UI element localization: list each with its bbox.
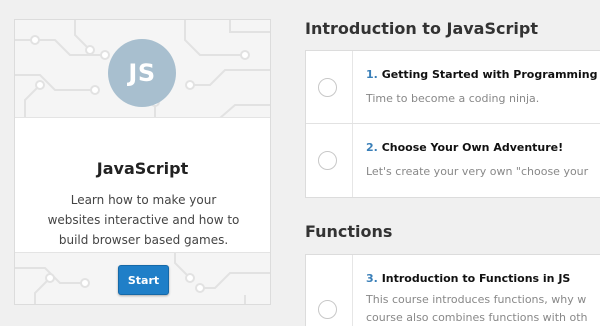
lesson-list-introduction: 1. Getting Started with Programming Time… xyxy=(305,50,600,198)
lesson-list-functions: 3. Introduction to Functions in JS This … xyxy=(305,254,600,326)
lesson-title[interactable]: 1. Getting Started with Programming xyxy=(366,68,600,81)
lesson-status-radio[interactable] xyxy=(318,78,337,97)
lesson-description-line-2: course also combines functions with oth xyxy=(366,311,588,324)
lesson-title-text: Choose Your Own Adventure! xyxy=(381,141,564,154)
course-card: JS JavaScript Learn how to make your web… xyxy=(14,19,271,305)
section-title-functions: Functions xyxy=(305,222,393,241)
course-description: Learn how to make your websites interact… xyxy=(47,193,240,247)
lesson-item[interactable]: 3. Introduction to Functions in JS This … xyxy=(306,255,600,326)
lesson-description: This course introduces functions, why w xyxy=(366,293,587,306)
lesson-description: Time to become a coding ninja. xyxy=(366,92,540,105)
lesson-title-text: Introduction to Functions in JS xyxy=(381,272,571,285)
lesson-item[interactable]: 1. Getting Started with Programming Time… xyxy=(306,51,600,124)
lesson-number: 1. xyxy=(366,68,378,81)
lesson-description: Let's create your very own "choose your xyxy=(366,165,589,178)
section-title-introduction: Introduction to JavaScript xyxy=(305,19,538,38)
javascript-logo: JS xyxy=(108,39,176,107)
lesson-title[interactable]: 2. Choose Your Own Adventure! xyxy=(366,141,600,154)
start-button[interactable]: Start xyxy=(118,265,169,295)
lesson-item[interactable]: 2. Choose Your Own Adventure! Let's crea… xyxy=(306,124,600,197)
lesson-title-text: Getting Started with Programming xyxy=(381,68,598,81)
lesson-status-radio[interactable] xyxy=(318,151,337,170)
lesson-status-radio[interactable] xyxy=(318,300,337,319)
lesson-number: 3. xyxy=(366,272,378,285)
course-title: JavaScript xyxy=(96,159,189,178)
lesson-number: 2. xyxy=(366,141,378,154)
lesson-title[interactable]: 3. Introduction to Functions in JS xyxy=(366,272,600,285)
